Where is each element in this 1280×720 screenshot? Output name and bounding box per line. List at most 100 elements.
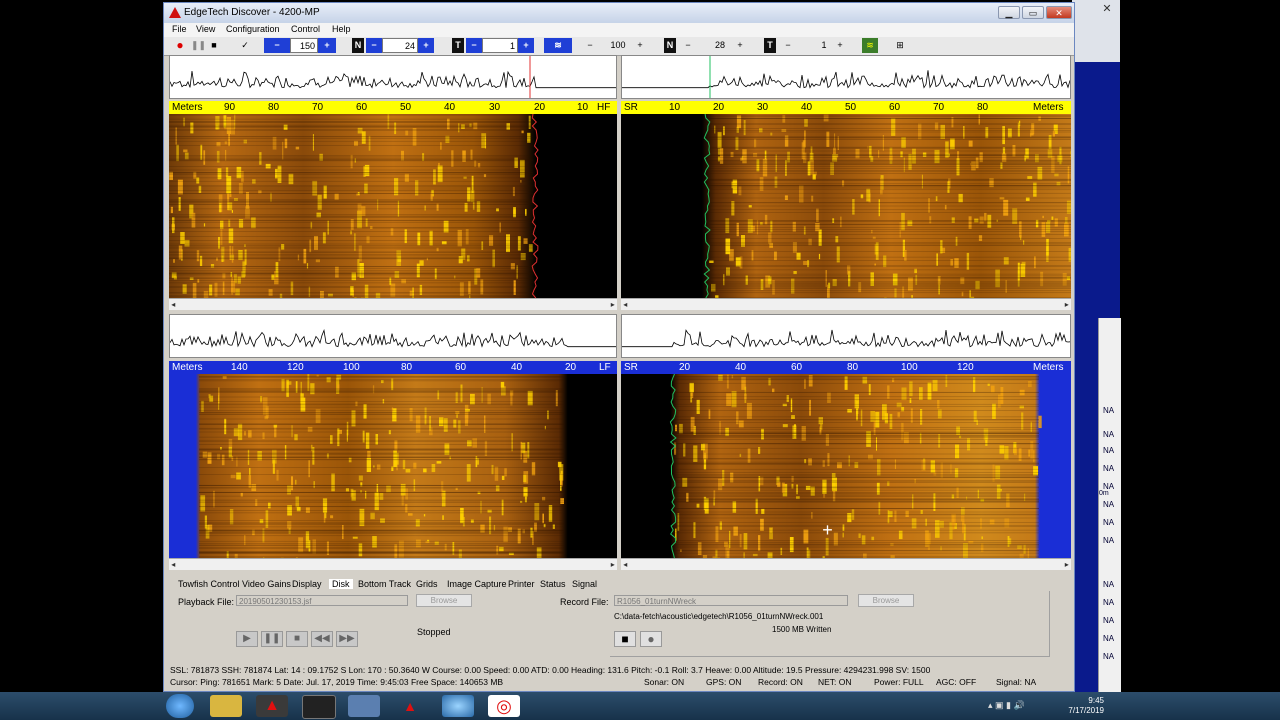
sonar-return xyxy=(743,120,746,136)
menu-file[interactable]: File xyxy=(172,24,187,34)
sonar-return xyxy=(942,247,946,253)
background-close-icon[interactable]: ✕ xyxy=(1098,2,1116,16)
hf-range-increase-button[interactable]: + xyxy=(318,38,336,53)
sonar-return xyxy=(300,397,306,412)
close-button[interactable]: ✕ xyxy=(1046,6,1072,19)
sonar-return xyxy=(309,239,312,253)
menu-control[interactable]: Control xyxy=(291,24,320,34)
record-icon[interactable]: ● xyxy=(174,38,186,53)
hf-display-mode-icon[interactable]: ≋ xyxy=(544,38,572,53)
playback-browse-button[interactable]: Browse xyxy=(416,594,472,607)
tab-display[interactable]: Display xyxy=(292,579,322,589)
grid-icon[interactable]: ⊞ xyxy=(892,38,908,53)
window-title: EdgeTech Discover - 4200-MP xyxy=(184,7,320,18)
playback-file-field[interactable]: 20190501230153.jsf xyxy=(236,595,408,606)
menu-help[interactable]: Help xyxy=(332,24,351,34)
hf-tvg-decrease-button[interactable]: − xyxy=(466,38,482,53)
sonar-return xyxy=(501,475,505,480)
sonar-return xyxy=(1051,216,1054,220)
hf-range-decrease-button[interactable]: − xyxy=(264,38,290,53)
lf-tvg-decrease-button[interactable]: − xyxy=(782,38,794,53)
lf-range-increase-button[interactable]: + xyxy=(634,38,646,53)
sonar-return xyxy=(811,195,814,202)
hf-tvg-increase-button[interactable]: + xyxy=(518,38,534,53)
scale-tick: 20 xyxy=(679,362,691,373)
sonar-return xyxy=(350,230,352,235)
sonar-return xyxy=(235,288,240,296)
tab-towfish-control[interactable]: Towfish Control xyxy=(178,579,240,589)
edgetech-taskbar-icon[interactable]: ▲ xyxy=(256,695,288,717)
check-icon[interactable]: ✓ xyxy=(238,38,252,53)
fast-forward-icon[interactable]: ▶▶ xyxy=(336,631,358,647)
sonar-return xyxy=(693,445,698,462)
hf-range-value[interactable]: 150 xyxy=(290,38,318,53)
tab-bottom-track[interactable]: Bottom Track xyxy=(358,579,411,589)
stop-playback-icon[interactable]: ■ xyxy=(286,631,308,647)
minimize-button[interactable]: ▁ xyxy=(998,6,1020,19)
sonar-return xyxy=(1046,238,1049,256)
sonar-return xyxy=(311,444,313,452)
taskbar-clock[interactable]: 9:45 7/17/2019 xyxy=(1060,696,1104,716)
app-icon[interactable] xyxy=(348,695,380,717)
lf-gain-decrease-button[interactable]: − xyxy=(682,38,694,53)
rewind-icon[interactable]: ◀◀ xyxy=(311,631,333,647)
lf-display-mode-icon[interactable]: ≋ xyxy=(862,38,878,53)
play-icon[interactable]: ▶ xyxy=(236,631,258,647)
maximize-button[interactable]: ▭ xyxy=(1022,6,1044,19)
tab-disk[interactable]: Disk xyxy=(329,579,353,589)
lf-gain-value[interactable]: 28 xyxy=(710,38,730,53)
lf-stbd-scrollbar[interactable]: ◂ ▸ xyxy=(621,558,1071,570)
sonar-return xyxy=(462,150,466,162)
tab-grids[interactable]: Grids xyxy=(416,579,438,589)
scale-unit-label: Meters xyxy=(1033,102,1064,113)
lf-port-scrollbar[interactable]: ◂ ▸ xyxy=(169,558,617,570)
hf-tvg-value[interactable]: 1 xyxy=(482,38,518,53)
sonar-return xyxy=(999,445,1005,454)
pause-playback-icon[interactable]: ❚❚ xyxy=(261,631,283,647)
menu-configuration[interactable]: Configuration xyxy=(226,24,280,34)
sonar-return xyxy=(736,115,742,129)
sonar-return xyxy=(756,220,759,235)
sonar-return xyxy=(752,553,758,557)
discover-icon[interactable]: ▲ xyxy=(394,695,426,717)
pause-icon[interactable]: ❚❚ xyxy=(191,38,206,53)
lf-range-value[interactable]: 100 xyxy=(604,38,632,53)
globe-icon[interactable] xyxy=(442,695,474,717)
na-label: NA xyxy=(1103,616,1115,625)
hf-port-scrollbar[interactable]: ◂ ▸ xyxy=(169,298,617,310)
tab-printer[interactable]: Printer xyxy=(508,579,535,589)
explorer-icon[interactable] xyxy=(210,695,242,717)
sonar-return xyxy=(1070,150,1071,158)
hf-port-trace-graph xyxy=(170,56,616,98)
sonar-return xyxy=(804,378,806,389)
sonar-return xyxy=(287,485,291,495)
hf-gain-increase-button[interactable]: + xyxy=(418,38,434,53)
sonar-return xyxy=(768,377,771,386)
target-icon[interactable]: ◎ xyxy=(488,695,520,717)
tab-signal[interactable]: Signal xyxy=(572,579,597,589)
lf-gain-increase-button[interactable]: + xyxy=(734,38,746,53)
sonar-return xyxy=(366,235,370,244)
hf-stbd-scrollbar[interactable]: ◂ ▸ xyxy=(621,298,1071,310)
lf-port-sonar-image xyxy=(169,374,617,558)
lf-port-trace-graph xyxy=(170,329,616,348)
scale-start-label: SR xyxy=(624,102,638,113)
sonar-return xyxy=(956,158,960,176)
lf-range-decrease-button[interactable]: − xyxy=(584,38,596,53)
sonar-return xyxy=(200,495,206,512)
stop-icon[interactable]: ■ xyxy=(208,38,220,53)
tab-video-gains[interactable]: Video Gains xyxy=(242,579,291,589)
tab-image-capture[interactable]: Image Capture xyxy=(447,579,507,589)
tab-status[interactable]: Status xyxy=(540,579,566,589)
hf-gain-value[interactable]: 24 xyxy=(382,38,418,53)
system-tray-icons[interactable]: ▴ ▣ ▮ 🔊 xyxy=(988,700,1048,712)
focal-icon[interactable] xyxy=(302,695,336,719)
menu-view[interactable]: View xyxy=(196,24,215,34)
sonar-return xyxy=(209,284,213,296)
scale-tick: 10 xyxy=(577,102,589,113)
lf-tvg-value[interactable]: 1 xyxy=(816,38,832,53)
start-button[interactable] xyxy=(166,694,194,718)
lf-tvg-increase-button[interactable]: + xyxy=(834,38,846,53)
hf-gain-decrease-button[interactable]: − xyxy=(366,38,382,53)
sonar-return xyxy=(904,250,907,261)
